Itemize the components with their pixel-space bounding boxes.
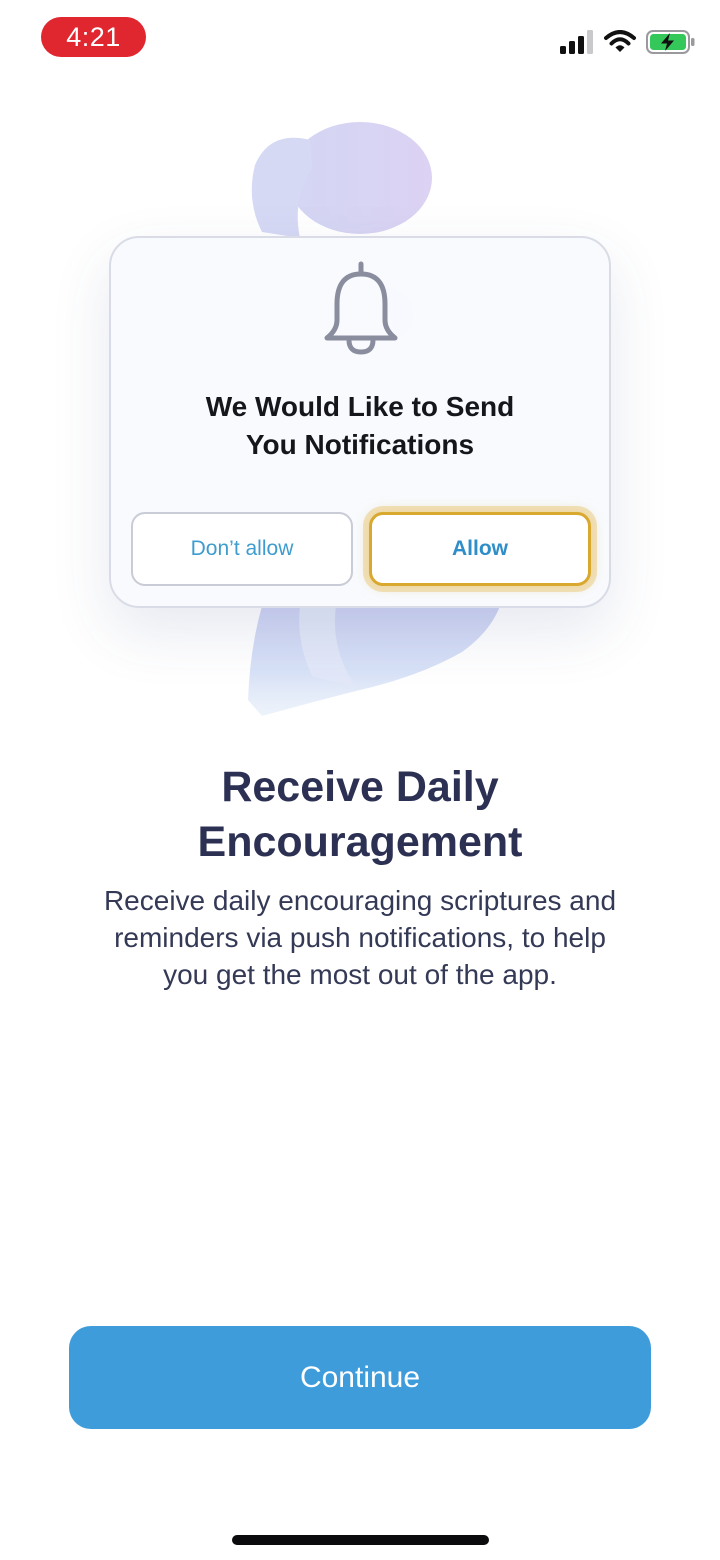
page-description-line2: reminders via push notifications, to hel…	[114, 922, 606, 953]
notification-prompt-title-line1: We Would Like to Send	[205, 391, 515, 422]
page-title-line2: Encouragement	[197, 818, 523, 866]
wifi-icon	[604, 29, 636, 59]
page-description-line3: you get the most out of the app.	[163, 959, 557, 990]
notification-prompt-title-line2: You Notifications	[245, 429, 475, 460]
status-time: 4:21	[41, 17, 146, 57]
cellular-signal-icon	[560, 29, 594, 59]
notification-prompt-card: We Would Like to Send You Notifications …	[109, 236, 611, 608]
battery-charging-icon	[646, 29, 696, 59]
page-description-line1: Receive daily encouraging scriptures and	[103, 885, 617, 916]
page-title-line1: Receive Daily	[221, 763, 499, 811]
continue-button[interactable]: Continue	[69, 1326, 651, 1429]
notification-permission-screen: 4:21 We Would Like to Send You Notificat…	[0, 0, 720, 1560]
notification-prompt-title: We Would Like to Send You Notifications	[131, 388, 589, 464]
bell-icon	[324, 261, 398, 355]
status-icons	[560, 28, 696, 60]
page-description: Receive daily encouraging scriptures and…	[40, 882, 680, 993]
dont-allow-button: Don’t allow	[131, 512, 353, 586]
allow-button: Allow	[369, 512, 591, 586]
home-indicator[interactable]	[232, 1535, 489, 1545]
page-title: Receive Daily Encouragement	[40, 760, 680, 870]
